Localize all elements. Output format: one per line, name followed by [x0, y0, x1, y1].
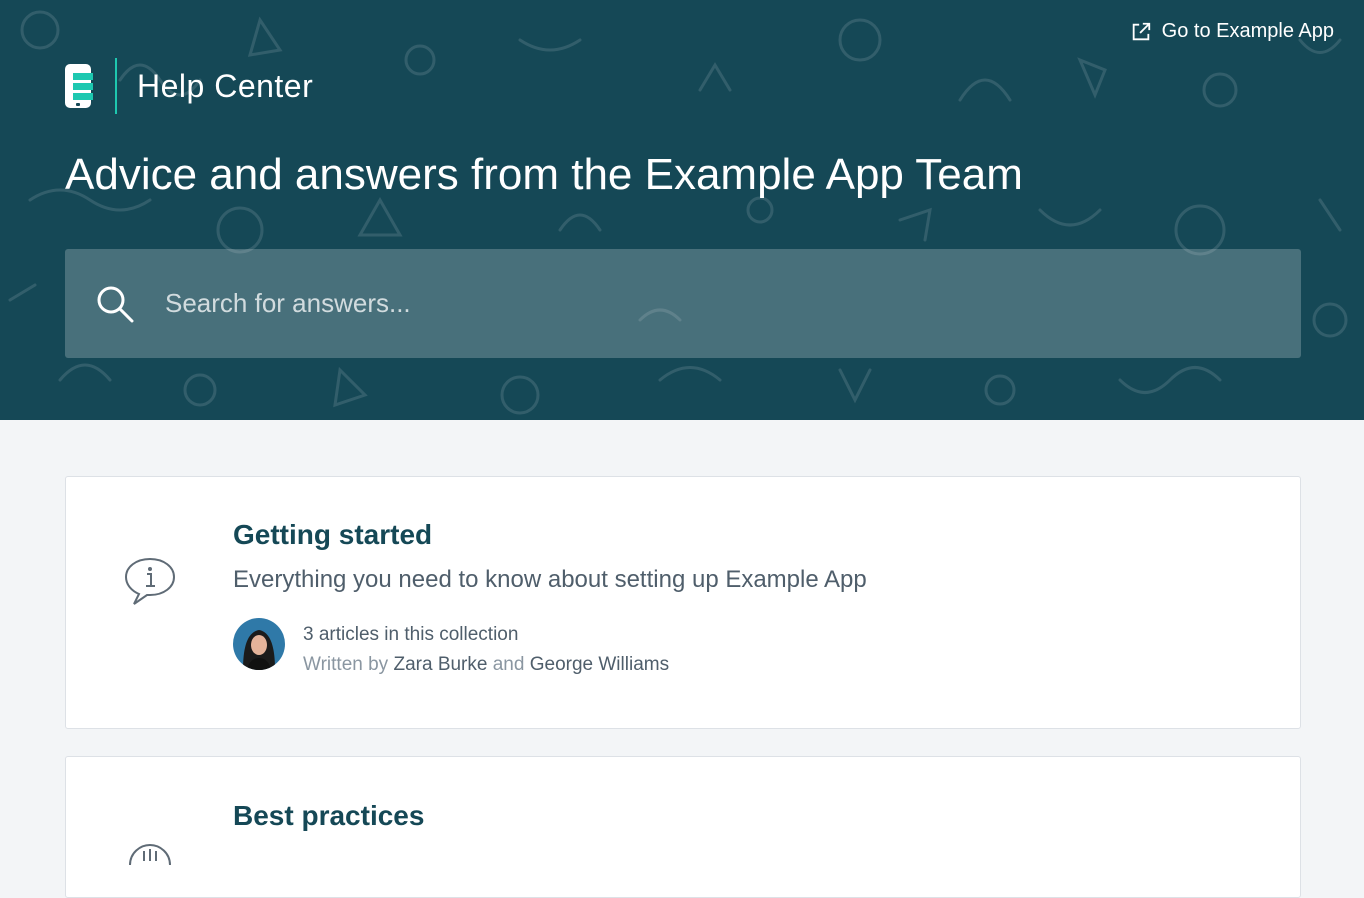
and-label: and [492, 654, 525, 675]
collection-description: Everything you need to know about settin… [233, 566, 867, 593]
collection-card-best-practices[interactable]: Best practices [65, 756, 1301, 898]
author-name: Zara Burke [393, 654, 488, 675]
collection-title: Best practices [233, 800, 425, 831]
brand-title: Help Center [137, 67, 314, 104]
search-input[interactable] [163, 287, 1217, 320]
external-link-icon [1132, 22, 1150, 40]
chat-info-icon [124, 557, 176, 605]
help-center-header: Go to Example App Help Center Advice and… [0, 0, 1364, 420]
written-by-label: Written by [303, 654, 389, 675]
search-icon [97, 286, 134, 322]
go-to-app-label: Go to Example App [1161, 20, 1334, 42]
article-count: 3 articles in this collection [303, 624, 519, 645]
authors-line: Written by Zara Burke and George William… [303, 650, 669, 680]
lightbulb-icon [129, 843, 171, 866]
brand[interactable]: Help Center [65, 58, 313, 114]
collection-title: Getting started [233, 519, 433, 550]
collection-card-getting-started[interactable]: Getting started Everything you need to k… [65, 476, 1301, 729]
go-to-app-link[interactable]: Go to Example App [1130, 20, 1334, 43]
app-logo [65, 64, 93, 108]
brand-divider [115, 58, 117, 114]
author-name: George Williams [529, 654, 670, 675]
search-bar[interactable] [65, 249, 1301, 358]
collection-meta: 3 articles in this collection Written by… [303, 620, 669, 680]
page-tagline: Advice and answers from the Example App … [65, 150, 1023, 199]
avatar [233, 618, 285, 670]
